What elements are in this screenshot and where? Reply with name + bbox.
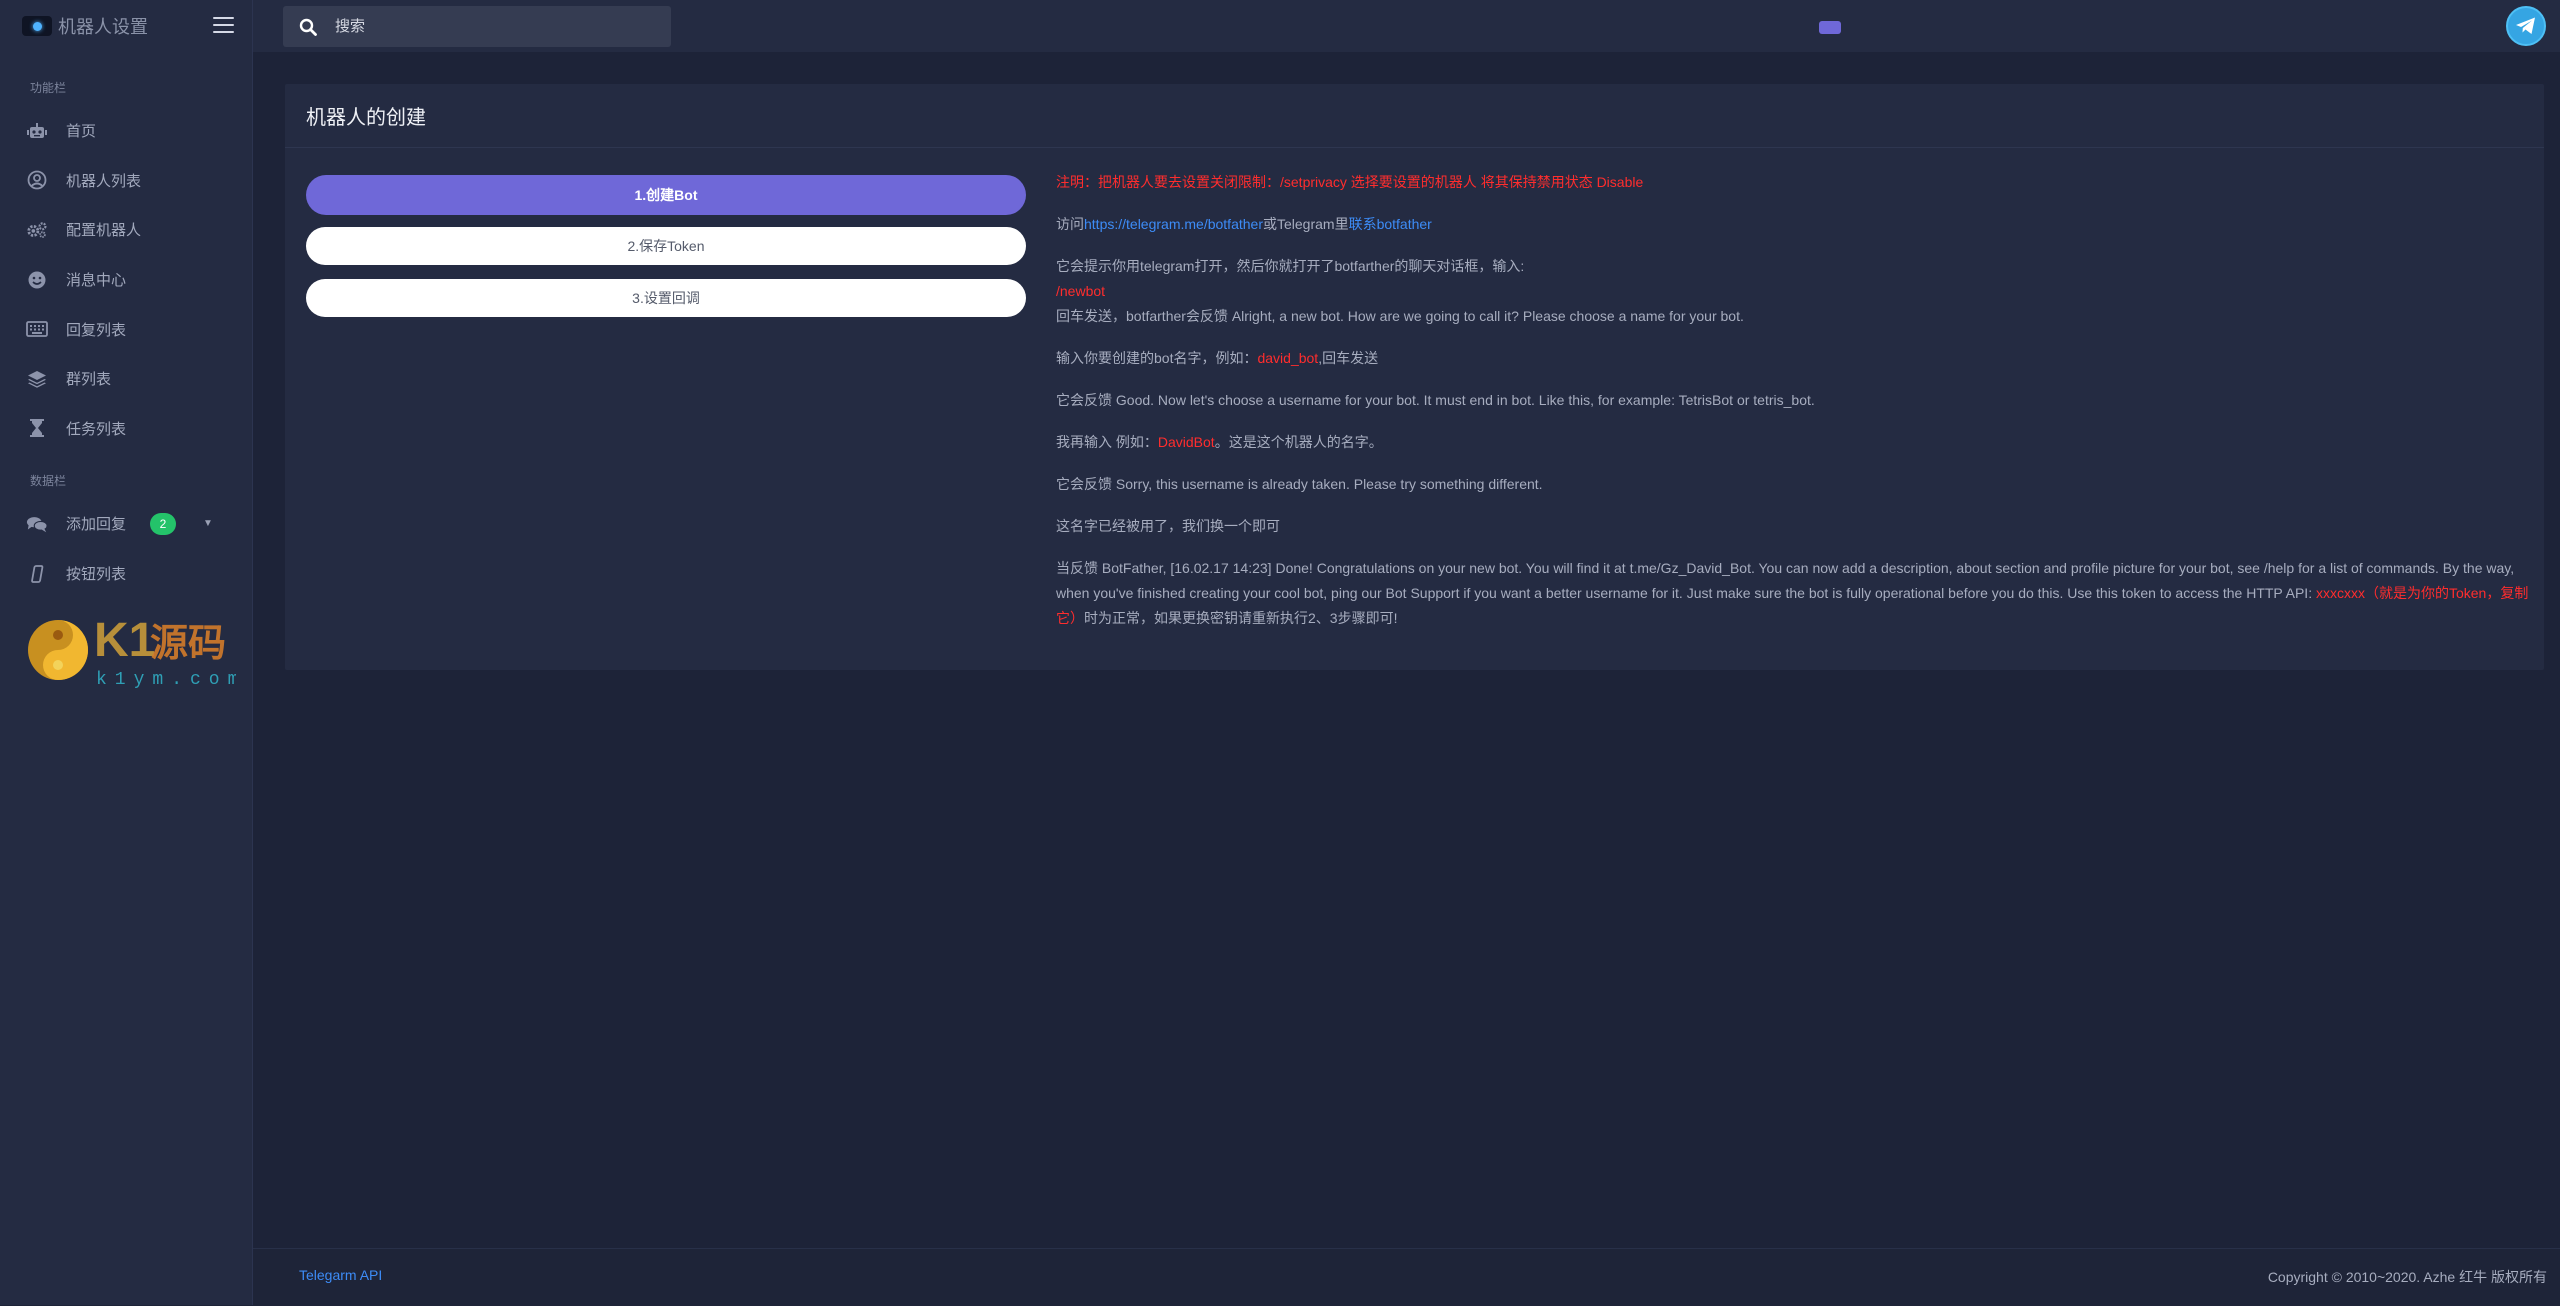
brand-logo-icon xyxy=(22,16,52,36)
topbar xyxy=(253,0,2560,52)
sidebar-item-label: 任务列表 xyxy=(66,420,127,438)
search-input[interactable] xyxy=(333,17,657,36)
search-icon xyxy=(299,18,317,36)
reply-count-badge: 2 xyxy=(150,512,177,535)
sidebar-item-message-center[interactable]: 消息中心 xyxy=(0,255,252,305)
sidebar-item-task-list[interactable]: 任务列表 xyxy=(0,404,252,454)
text-span: 输入你要创建的bot名字，例如： xyxy=(1056,350,1258,366)
brand-title: 机器人设置 xyxy=(58,17,148,37)
step-button-set-callback[interactable]: 3.设置回调 xyxy=(306,279,1026,317)
comments-icon xyxy=(26,513,48,535)
sidebar-item-label: 机器人列表 xyxy=(66,172,142,190)
done-paragraph: 当反馈 BotFather, [16.02.17 14:23] Done! Co… xyxy=(1056,556,2532,631)
contact-botfather-link[interactable]: 联系botfather xyxy=(1349,216,1432,232)
copyright-text: Copyright © 2010~2020. Azhe 红牛 版权所有 xyxy=(2267,1269,2547,1285)
text-span: 访问 xyxy=(1056,216,1084,232)
example-bot-name: david_bot xyxy=(1257,350,1319,366)
page-title: 机器人的创建 xyxy=(306,107,426,129)
username-prompt-paragraph: 它会反馈 Good. Now let's choose a username f… xyxy=(1056,392,1815,408)
text-span: 回车发送，botfarther会反馈 Alright, a new bot. H… xyxy=(1056,308,1744,324)
smile-icon xyxy=(26,269,48,291)
sidebar-item-button-list[interactable]: 按钮列表 xyxy=(0,549,252,599)
sidebar-item-label: 首页 xyxy=(66,123,97,141)
telegram-avatar-icon[interactable] xyxy=(2506,6,2546,46)
sidebar-item-add-reply[interactable]: 添加回复 2 ▼ xyxy=(0,499,252,549)
svg-text:k1ym.com: k1ym.com xyxy=(96,670,236,690)
step-button-create-bot[interactable]: 1.创建Bot xyxy=(306,175,1026,215)
hourglass-icon xyxy=(26,417,48,439)
telegram-api-link[interactable]: Telegarm API xyxy=(299,1267,382,1283)
cogs-icon xyxy=(26,219,48,241)
svg-text:源码: 源码 xyxy=(150,621,226,665)
visit-paragraph: 访问https://telegram.me/botfather或Telegram… xyxy=(1056,212,2532,237)
instructions: 注明：把机器人要去设置关闭限制：/setprivacy 选择要设置的机器人 将其… xyxy=(1056,170,2532,648)
sidebar-item-bot-list[interactable]: 机器人列表 xyxy=(0,156,252,206)
keyboard-icon xyxy=(26,318,48,340)
text-span: 当反馈 BotFather, [16.02.17 14:23] Done! Co… xyxy=(1056,560,2515,601)
sidebar-item-label: 配置机器人 xyxy=(66,222,142,240)
mobile-icon xyxy=(26,563,48,585)
section-label-functions: 功能栏 xyxy=(30,81,67,95)
example-username: DavidBot xyxy=(1157,434,1215,450)
layers-icon xyxy=(26,368,48,390)
username-paragraph: 我再输入 例如：DavidBot。这是这个机器人的名字。 xyxy=(1056,430,2532,455)
sidebar-item-label: 按钮列表 xyxy=(66,566,127,584)
step-button-save-token[interactable]: 2.保存Token xyxy=(306,227,1026,265)
botfather-link[interactable]: https://telegram.me/botfather xyxy=(1084,216,1263,232)
text-span: 时为正常，如果更换密钥请重新执行2、3步骤即可! xyxy=(1084,610,1398,626)
search-box[interactable] xyxy=(283,6,671,47)
caret-down-icon[interactable]: ▼ xyxy=(203,518,213,529)
text-span: 或Telegram里 xyxy=(1262,216,1349,232)
svg-text:K1: K1 xyxy=(94,614,155,667)
sidebar-item-label: 回复列表 xyxy=(66,321,127,339)
sidebar-item-label: 消息中心 xyxy=(66,272,127,290)
sidebar-item-label: 添加回复 xyxy=(66,516,127,534)
text-span: 。这是这个机器人的名字。 xyxy=(1214,434,1383,450)
menu-toggle-icon[interactable] xyxy=(213,17,234,35)
step-list: 1.创建Bot 2.保存Token 3.设置回调 xyxy=(306,175,1026,331)
sidebar-item-label: 群列表 xyxy=(66,371,112,389)
text-span: ,回车发送 xyxy=(1318,350,1379,366)
sidebar-item-group-list[interactable]: 群列表 xyxy=(0,354,252,404)
text-span: 它会提示你用telegram打开，然后你就打开了botfarther的聊天对话框… xyxy=(1056,258,1525,274)
notice-text: 注明：把机器人要去设置关闭限制：/setprivacy 选择要设置的机器人 将其… xyxy=(1056,174,1644,190)
bot-creation-card: 机器人的创建 1.创建Bot 2.保存Token 3.设置回调 注明：把机器人要… xyxy=(285,84,2544,670)
text-span: 我再输入 例如： xyxy=(1056,434,1158,450)
newbot-command: /newbot xyxy=(1056,283,1106,299)
sidebar: 机器人设置 功能栏 首页 机器人列表 配置机器人 消息中心 回复列表 群列表 任… xyxy=(0,0,253,1305)
notification-pill[interactable] xyxy=(1819,21,1841,34)
robot-icon xyxy=(26,120,48,142)
sidebar-item-home[interactable]: 首页 xyxy=(0,106,252,156)
name-paragraph: 输入你要创建的bot名字，例如：david_bot,回车发送 xyxy=(1056,346,2532,371)
taken-paragraph: 它会反馈 Sorry, this username is already tak… xyxy=(1056,476,1543,492)
sidebar-item-configure-bot[interactable]: 配置机器人 xyxy=(0,205,252,255)
footer: Telegarm API Copyright © 2010~2020. Azhe… xyxy=(253,1248,2560,1306)
retry-paragraph: 这名字已经被用了，我们换一个即可 xyxy=(1056,518,1280,534)
watermark-logo: K1 源码 k1ym.com xyxy=(26,610,238,694)
card-header: 机器人的创建 xyxy=(285,84,2544,148)
sidebar-item-reply-list[interactable]: 回复列表 xyxy=(0,304,252,354)
newbot-paragraph: 它会提示你用telegram打开，然后你就打开了botfarther的聊天对话框… xyxy=(1056,254,2532,329)
user-circle-icon xyxy=(26,169,48,191)
section-label-data: 数据栏 xyxy=(30,474,67,489)
